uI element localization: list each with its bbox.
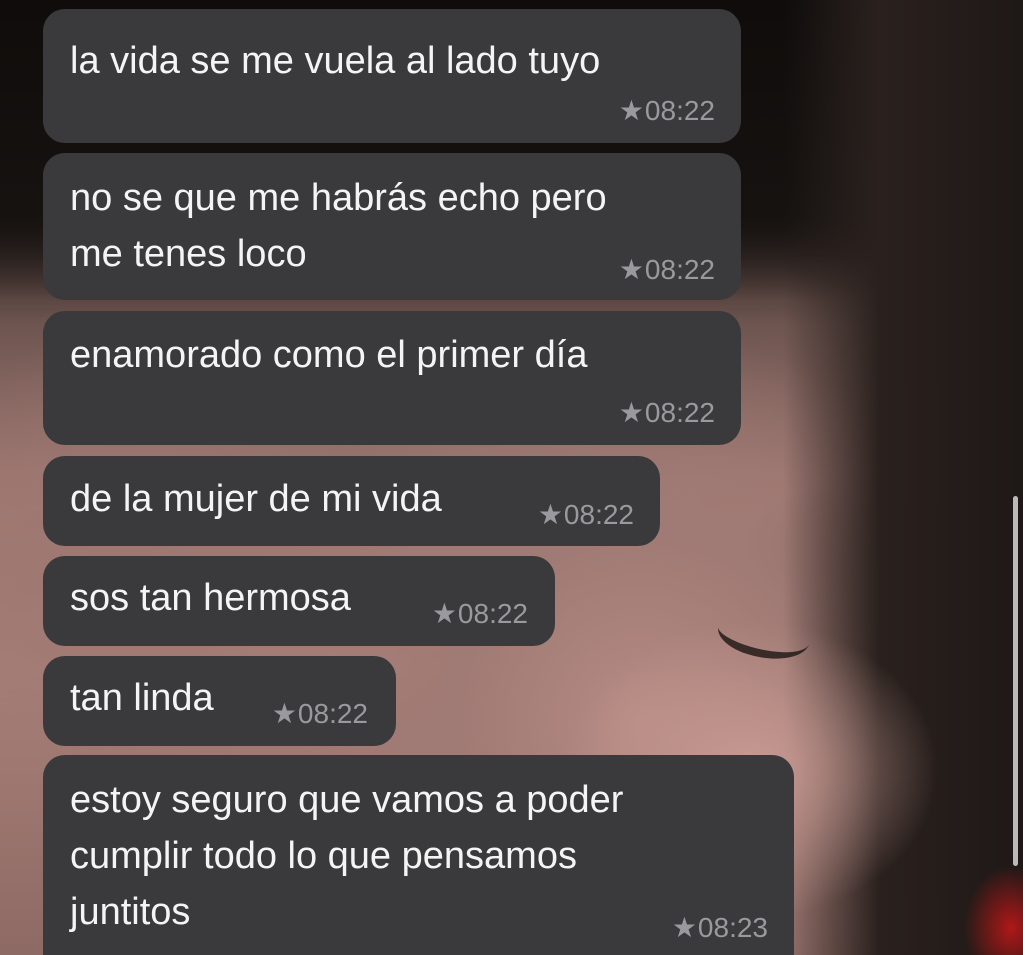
message-meta: ★ 08:22 [538, 499, 634, 531]
message-text: tan linda [70, 677, 214, 719]
star-icon: ★ [671, 912, 697, 943]
message-time: 08:22 [644, 397, 715, 428]
message-bubble[interactable]: sos tan hermosa ★ 08:22 [43, 556, 555, 646]
message-bubble[interactable]: de la mujer de mi vida ★ 08:22 [43, 456, 660, 546]
star-icon: ★ [618, 254, 644, 285]
message-text: sos tan hermosa [70, 577, 351, 619]
message-meta: ★ 08:22 [432, 598, 528, 630]
message-text: no se que me habrás echo pero me tenes l… [70, 177, 607, 275]
message-bubble[interactable]: enamorado como el primer día ★ 08:22 [43, 311, 741, 445]
message-meta: ★ 08:22 [619, 95, 715, 127]
star-icon: ★ [537, 499, 563, 530]
message-meta: ★ 08:23 [672, 912, 768, 944]
message-text: de la mujer de mi vida [70, 478, 442, 520]
message-time: 08:22 [563, 499, 634, 530]
scroll-indicator[interactable] [1013, 496, 1018, 866]
message-text: estoy seguro que vamos a poder cumplir t… [70, 779, 624, 933]
message-bubble[interactable]: tan linda ★ 08:22 [43, 656, 396, 746]
star-icon: ★ [618, 397, 644, 428]
message-meta: ★ 08:22 [619, 397, 715, 429]
wallpaper-red-patch [963, 865, 1023, 955]
message-time: 08:22 [644, 95, 715, 126]
message-meta: ★ 08:22 [272, 698, 368, 730]
message-text: enamorado como el primer día [70, 334, 588, 376]
message-bubble[interactable]: no se que me habrás echo pero me tenes l… [43, 153, 741, 300]
star-icon: ★ [618, 95, 644, 126]
message-meta: ★ 08:22 [619, 254, 715, 286]
message-bubble[interactable]: la vida se me vuela al lado tuyo ★ 08:22 [43, 9, 741, 143]
star-icon: ★ [431, 598, 457, 629]
message-text: la vida se me vuela al lado tuyo [70, 40, 601, 82]
message-bubble[interactable]: estoy seguro que vamos a poder cumplir t… [43, 755, 794, 955]
message-time: 08:22 [644, 254, 715, 285]
star-icon: ★ [271, 698, 297, 729]
message-time: 08:22 [297, 698, 368, 729]
message-time: 08:23 [697, 912, 768, 943]
message-time: 08:22 [457, 598, 528, 629]
